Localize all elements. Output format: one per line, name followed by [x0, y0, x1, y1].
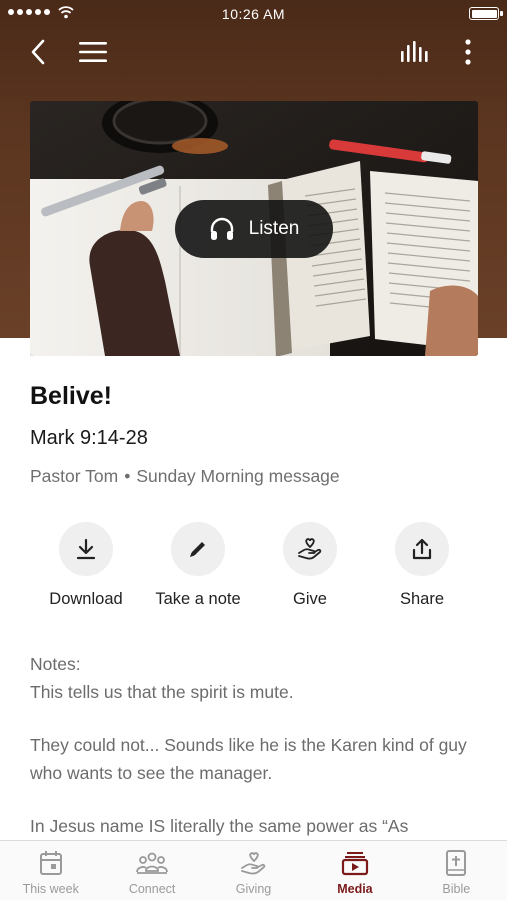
take-note-button[interactable]: Take a note	[142, 522, 254, 609]
sermon-title: Belive!	[30, 382, 112, 410]
notes-heading: Notes:	[30, 654, 81, 674]
give-button[interactable]: Give	[254, 522, 366, 609]
give-hand-heart-icon	[298, 538, 322, 560]
notes-paragraph: They could not... Sounds like he is the …	[30, 735, 467, 783]
listen-button[interactable]: Listen	[175, 200, 333, 258]
people-icon	[136, 852, 169, 874]
media-play-icon	[341, 852, 369, 876]
tab-label: Giving	[235, 882, 272, 896]
more-vertical-icon	[465, 39, 471, 65]
giving-hand-icon	[240, 852, 265, 875]
share-label: Share	[399, 590, 445, 608]
tab-giving[interactable]: Giving	[203, 841, 304, 900]
sermon-notes: Notes: This tells us that the spirit is …	[30, 650, 485, 840]
take-note-label: Take a note	[155, 590, 241, 608]
share-icon	[412, 538, 432, 560]
menu-button[interactable]	[77, 36, 109, 68]
bible-icon	[446, 850, 467, 876]
audio-button[interactable]	[399, 36, 431, 68]
tab-label: Media	[337, 882, 373, 896]
share-button[interactable]: Share	[366, 522, 478, 609]
calendar-icon	[39, 851, 62, 875]
headphones-icon	[210, 217, 233, 240]
give-label: Give	[293, 590, 327, 608]
listen-label: Listen	[248, 218, 300, 239]
more-options-button[interactable]	[452, 36, 484, 68]
notes-paragraph: This tells us that the spirit is mute.	[30, 682, 294, 702]
tab-media[interactable]: Media	[304, 841, 405, 900]
share-icon-circle	[395, 522, 449, 576]
battery-icon	[469, 7, 503, 20]
tab-connect[interactable]: Connect	[101, 841, 202, 900]
download-icon-circle	[59, 522, 113, 576]
note-icon-circle	[171, 522, 225, 576]
bottom-tab-bar: This week Connect Giving Media Bible	[0, 840, 507, 900]
back-button[interactable]	[22, 36, 54, 68]
tab-bible[interactable]: Bible	[406, 841, 507, 900]
hamburger-menu-icon	[79, 42, 107, 62]
sermon-cover-image: Listen	[30, 101, 478, 356]
speaker-name: Pastor Tom	[30, 466, 119, 486]
status-bar: 10:26 AM	[0, 0, 507, 28]
scripture-reference: Mark 9:14-28	[30, 427, 148, 449]
tab-label: This week	[22, 882, 79, 896]
pencil-icon	[190, 542, 205, 557]
action-row: Download Take a note Give Share	[0, 522, 507, 612]
chevron-left-icon	[31, 39, 45, 65]
tab-label: Bible	[442, 882, 471, 896]
tab-label: Connect	[128, 882, 176, 896]
status-time: 10:26 AM	[221, 6, 286, 22]
download-button[interactable]: Download	[30, 522, 142, 609]
meta-separator: •	[124, 466, 131, 486]
service-name: Sunday Morning message	[136, 466, 340, 486]
tab-this-week[interactable]: This week	[0, 841, 101, 900]
sermon-meta: Pastor Tom • Sunday Morning message	[30, 466, 340, 487]
download-label: Download	[49, 590, 123, 608]
give-icon-circle	[283, 522, 337, 576]
notes-paragraph: In Jesus name IS literally the same powe…	[30, 816, 409, 836]
audio-bars-icon	[401, 41, 428, 62]
download-icon	[76, 538, 96, 560]
